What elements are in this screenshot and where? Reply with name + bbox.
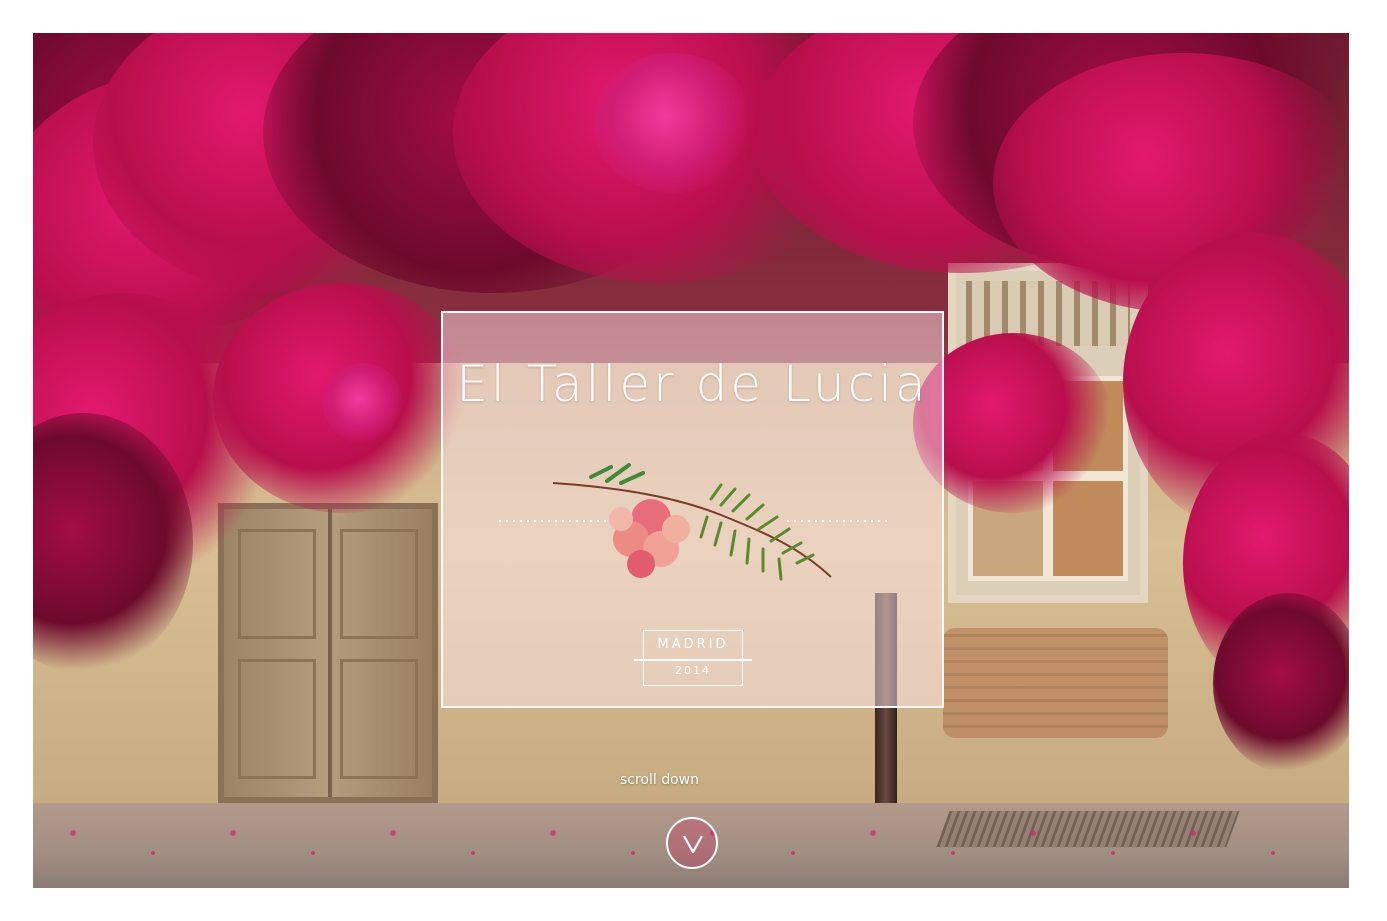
title-card: El Taller de Lucia MADRID 2014	[441, 311, 944, 708]
flower-sprig-illustration	[552, 463, 832, 581]
site-title: El Taller de Lucia	[456, 355, 929, 413]
badge-city: MADRID	[657, 637, 729, 652]
exposed-brick	[943, 628, 1168, 738]
scroll-down-button[interactable]	[666, 817, 718, 869]
badge-divider	[634, 659, 752, 661]
location-badge: MADRID 2014	[634, 630, 752, 686]
badge-year: 2014	[675, 664, 711, 677]
wooden-door	[218, 503, 438, 803]
scroll-down-label[interactable]: scroll down	[592, 772, 727, 788]
chevron-down-icon	[683, 835, 703, 854]
hero-banner: El Taller de Lucia MADRID 2014 scroll do…	[33, 33, 1349, 888]
